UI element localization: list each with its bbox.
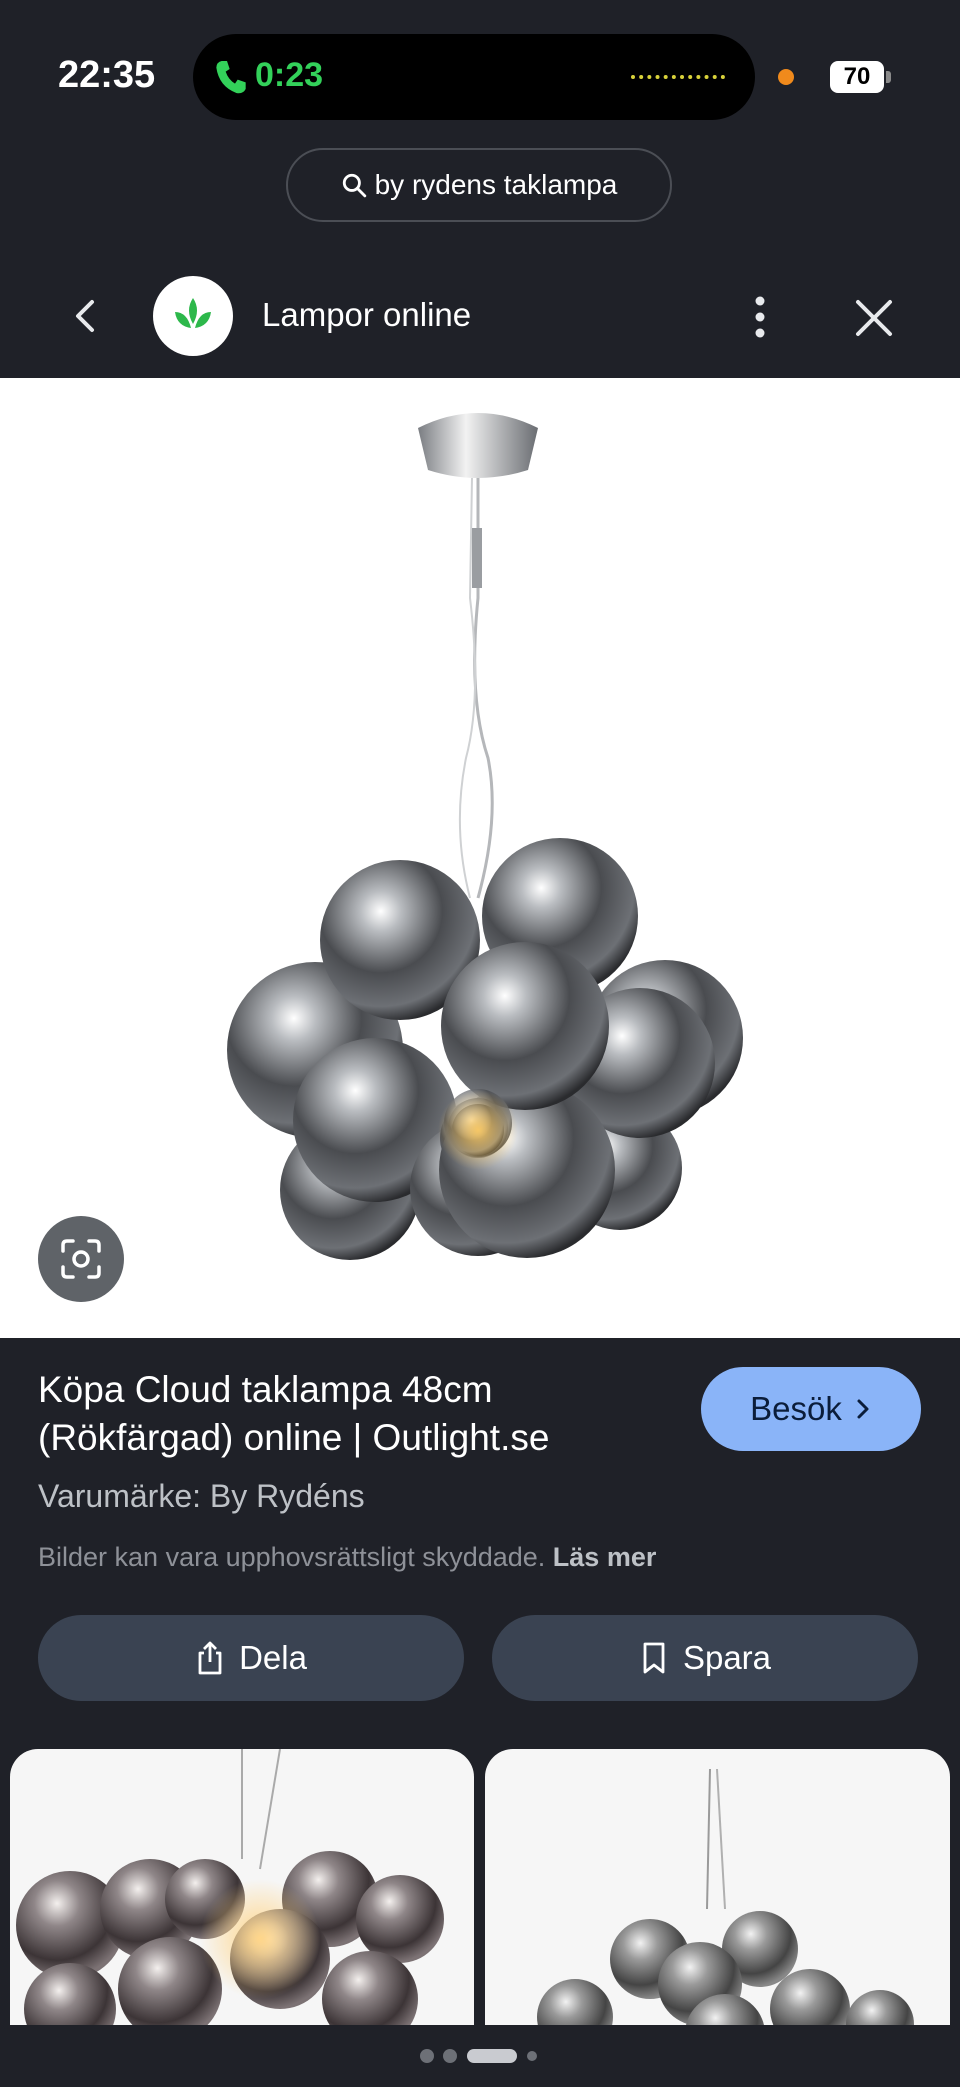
related-chandelier-1: [16, 1749, 444, 2025]
share-icon: [198, 1641, 222, 1675]
more-options-icon[interactable]: [748, 294, 772, 340]
call-duration: 0:23: [255, 56, 324, 94]
copyright-notice: Bilder kan vara upphovsrättsligt skyddad…: [38, 1542, 656, 1573]
site-logo[interactable]: [153, 276, 233, 356]
status-time: 22:35: [58, 54, 156, 96]
search-query-pill[interactable]: by rydens taklampa: [286, 148, 672, 222]
product-image[interactable]: [0, 378, 960, 1338]
brand-label: Varumärke: By Rydéns: [38, 1478, 365, 1514]
dynamic-island[interactable]: 0:23: [193, 34, 755, 120]
share-label: Dela: [239, 1639, 307, 1676]
related-image-2[interactable]: [485, 1749, 950, 2025]
recording-indicator: [778, 69, 794, 85]
battery-indicator: 70: [830, 61, 884, 93]
result-header: Lampor online: [0, 258, 960, 376]
visit-button-label: Besök: [750, 1390, 842, 1427]
page-dot-3-active[interactable]: [467, 2049, 517, 2063]
result-title[interactable]: Köpa Cloud taklampa 48cm (Rökfärgad) onl…: [38, 1366, 658, 1462]
audio-waveform: [631, 75, 725, 83]
save-label: Spara: [682, 1639, 772, 1676]
site-name[interactable]: Lampor online: [262, 296, 471, 334]
search-query-text: by rydens taklampa: [374, 169, 618, 200]
back-chevron-icon[interactable]: [70, 296, 100, 336]
page-dot-2[interactable]: [443, 2049, 457, 2063]
copyright-text: Bilder kan vara upphovsrättsligt skyddad…: [38, 1542, 546, 1572]
read-more-link[interactable]: Läs mer: [553, 1542, 657, 1572]
lens-icon: [61, 1239, 101, 1279]
share-button[interactable]: Dela: [38, 1615, 464, 1701]
battery-level: 70: [843, 63, 871, 90]
phone-call-icon: [216, 61, 246, 94]
leaf-logo-icon: [175, 298, 211, 328]
page-dot-1[interactable]: [420, 2049, 434, 2063]
save-button[interactable]: Spara: [492, 1615, 918, 1701]
google-lens-button[interactable]: [38, 1216, 124, 1302]
search-icon: [342, 173, 366, 198]
page-dot-4[interactable]: [527, 2051, 537, 2061]
chandelier-illustration: [227, 413, 743, 1260]
visit-button[interactable]: Besök: [701, 1367, 921, 1451]
bookmark-icon: [643, 1642, 665, 1674]
battery-tip: [886, 71, 891, 83]
chevron-right-icon: [857, 1399, 869, 1419]
related-image-1[interactable]: [10, 1749, 474, 2025]
close-icon[interactable]: [854, 298, 894, 338]
related-chandelier-2: [537, 1768, 914, 2025]
